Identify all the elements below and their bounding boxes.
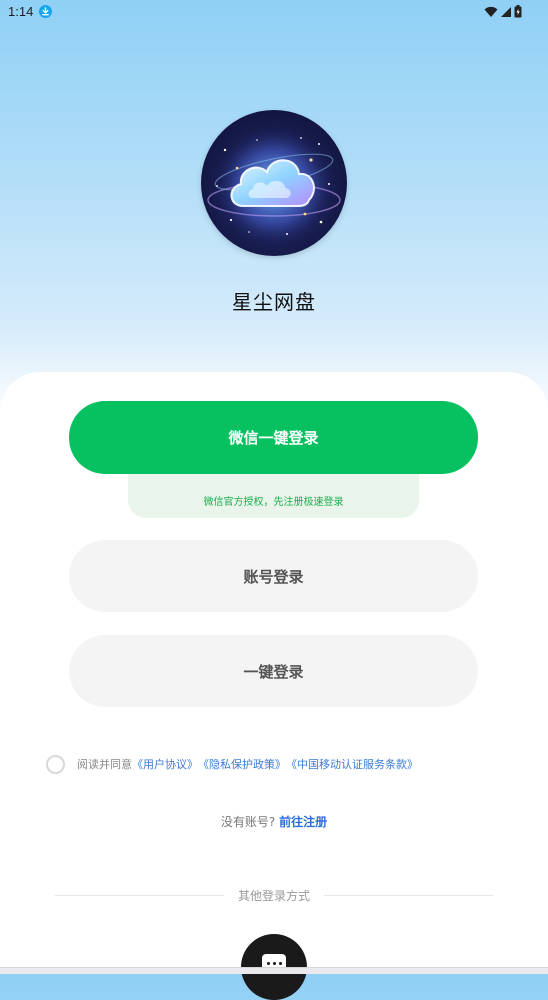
- wifi-icon: [484, 6, 498, 22]
- agreement-prefix: 阅读并同意: [77, 758, 132, 771]
- divider-line-left: [55, 894, 224, 896]
- privacy-policy-link[interactable]: 《隐私保护政策》: [198, 756, 286, 772]
- status-icons: [484, 5, 522, 22]
- register-link[interactable]: 前往注册: [279, 815, 327, 829]
- app-logo: [201, 110, 347, 256]
- agreement-checkbox[interactable]: [46, 754, 65, 774]
- signal-icon: [500, 6, 512, 22]
- account-login-button[interactable]: 账号登录: [69, 540, 478, 612]
- status-time: 1:14: [8, 4, 34, 19]
- system-nav-bar: [0, 967, 548, 974]
- app-name: 星尘网盘: [232, 290, 316, 314]
- cmcc-terms-link[interactable]: 《中国移动认证服务条款》: [286, 756, 418, 772]
- wechat-hint-text: 微信官方授权，先注册极速登录: [203, 497, 344, 508]
- download-icon: [39, 5, 52, 18]
- divider-line-right: [324, 894, 494, 896]
- battery-icon: [514, 5, 522, 22]
- register-question: 没有账号?: [220, 815, 276, 829]
- register-row: 没有账号? 前往注册: [0, 813, 548, 830]
- agreement-row: 阅读并同意 《用户协议》 《隐私保护政策》 《中国移动认证服务条款》: [46, 752, 418, 776]
- user-agreement-link[interactable]: 《用户协议》: [132, 756, 198, 772]
- other-login-divider: 其他登录方式: [55, 886, 494, 904]
- status-bar: 1:14: [0, 0, 548, 24]
- onekey-login-button[interactable]: 一键登录: [69, 635, 478, 707]
- wechat-login-button[interactable]: 微信一键登录: [69, 401, 478, 474]
- other-login-label: 其他登录方式: [238, 888, 311, 903]
